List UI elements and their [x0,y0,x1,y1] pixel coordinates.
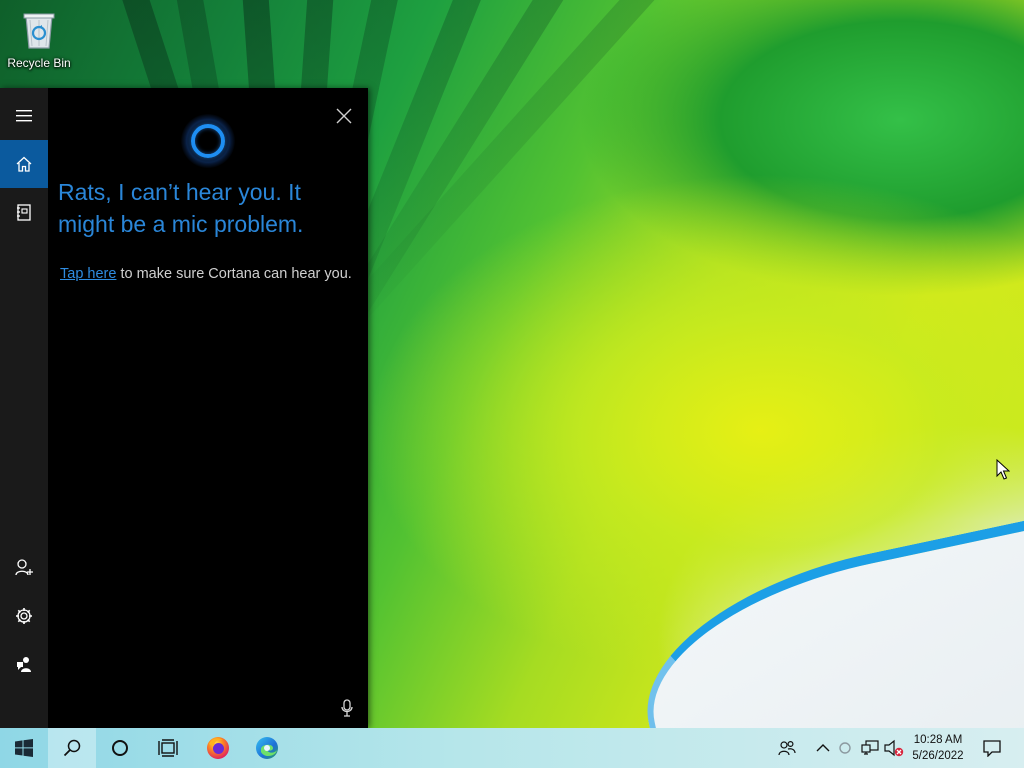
hamburger-menu-button[interactable] [0,92,48,140]
hint-text: to make sure Cortana can hear you. [116,266,352,282]
network-icon[interactable] [860,738,880,758]
edge-button[interactable] [243,728,291,768]
hamburger-menu-icon [16,110,32,122]
show-hidden-icons[interactable] [813,738,833,758]
firefox-icon [207,737,229,759]
microphone-icon [341,699,353,717]
firefox-button[interactable] [194,728,242,768]
close-button[interactable] [332,104,356,128]
microphone-button[interactable] [336,696,358,720]
chevron-up-icon [816,744,830,752]
search-button[interactable] [48,728,96,768]
start-button[interactable] [0,728,48,768]
clock-time: 10:28 AM [913,734,963,746]
cortana-nav-rail [0,88,48,728]
task-view-button[interactable] [144,728,192,768]
edge-icon [256,737,278,759]
feedback-icon [17,656,31,672]
close-icon [336,108,352,124]
search-icon [63,739,81,757]
cortana-orb-icon [181,114,235,168]
tap-here-link[interactable]: Tap here [60,266,116,282]
gear-icon [16,608,32,624]
mouse-cursor-icon [996,458,1011,481]
windows-logo-icon [15,739,33,757]
recycle-bin-shortcut[interactable]: Recycle Bin [6,6,72,76]
taskbar-clock[interactable]: 10:28 AM 5/26/2022 [904,732,972,766]
cortana-button[interactable] [96,728,144,768]
taskbar: 10:28 AM 5/26/2022 [0,728,1024,768]
action-center-icon [983,739,1001,757]
task-view-icon [158,739,178,757]
cortana-content: Rats, I can’t hear you. It might be a mi… [48,88,368,728]
wallpaper-water [623,518,1024,728]
recycle-bin-label: Recycle Bin [7,56,71,70]
add-account-button[interactable] [0,543,48,591]
home-button[interactable] [0,140,48,188]
cortana-circle-icon [112,740,128,756]
settings-button[interactable] [0,592,48,640]
cortana-panel: Rats, I can’t hear you. It might be a mi… [0,88,368,728]
notebook-button[interactable] [0,188,48,236]
feedback-button[interactable] [0,640,48,688]
notebook-icon [17,203,31,221]
cortana-headline: Rats, I can’t hear you. It might be a mi… [58,179,304,237]
volume-muted-icon[interactable] [884,738,904,758]
home-icon [16,156,32,172]
action-center-button[interactable] [978,728,1006,768]
people-icon[interactable] [777,738,797,758]
cortana-hint: Tap here to make sure Cortana can hear y… [60,266,370,282]
recycle-bin-icon [20,6,58,50]
add-account-icon [15,558,33,575]
clock-date: 5/26/2022 [912,750,964,762]
loading-icon [835,738,855,758]
